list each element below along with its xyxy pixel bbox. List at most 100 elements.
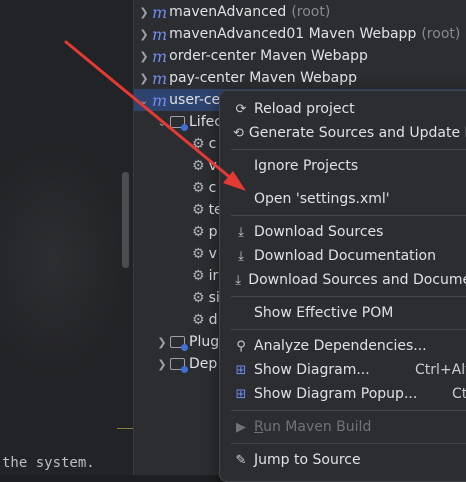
download-icon: ⤓ bbox=[238, 248, 244, 264]
project-name: order-center Maven Webapp bbox=[169, 48, 368, 64]
tree-row-goal[interactable]: ⚙ si bbox=[192, 287, 220, 309]
project-name: pay-center Maven Webapp bbox=[169, 70, 357, 86]
tree-label: Plug bbox=[189, 334, 220, 350]
gear-icon: ⚙ bbox=[192, 290, 205, 306]
menu-item-analyze-dependencies[interactable]: ⚲ Analyze Dependencies... bbox=[220, 334, 466, 358]
menu-separator bbox=[231, 329, 466, 330]
context-menu: ⟳ Reload project ⟲ Generate Sources and … bbox=[219, 90, 466, 482]
analyze-icon: ⚲ bbox=[236, 338, 246, 354]
menu-item-label: Show Effective POM bbox=[254, 305, 394, 321]
gear-icon: ⚙ bbox=[192, 180, 205, 196]
tree-row-dependencies[interactable]: ❯ Dep bbox=[154, 353, 217, 375]
chevron-right-icon[interactable]: ❯ bbox=[136, 6, 152, 19]
menu-item-run-maven-build[interactable]: ▶ Run Maven Build bbox=[220, 415, 466, 439]
menu-item-label: Jump to Source bbox=[254, 452, 361, 468]
edit-icon: ✎ bbox=[235, 452, 247, 468]
menu-item-label: Show Diagram Popup... bbox=[254, 386, 418, 402]
maven-icon: m bbox=[152, 2, 168, 22]
goal-label: c bbox=[208, 180, 217, 196]
menu-item-label-rest: ump to Source bbox=[258, 452, 361, 468]
goal-label: c bbox=[208, 136, 217, 152]
menu-item-shortcut: Ctrl+Alt- bbox=[415, 362, 466, 378]
project-suffix: (root) bbox=[291, 4, 331, 20]
project-name: mavenAdvanced bbox=[169, 4, 287, 20]
tree-row-goal[interactable]: ⚙ p bbox=[192, 221, 217, 243]
project-name: user-ce bbox=[169, 92, 221, 108]
menu-separator bbox=[231, 215, 466, 216]
menu-separator bbox=[231, 410, 466, 411]
download-icon: ⤓ bbox=[238, 224, 244, 240]
gear-icon: ⚙ bbox=[192, 158, 205, 174]
menu-item-generate-sources[interactable]: ⟲ Generate Sources and Update Fo bbox=[220, 121, 466, 145]
chevron-right-icon[interactable]: ❯ bbox=[136, 50, 152, 63]
menu-item-label: Open 'settings.xml' bbox=[254, 191, 390, 207]
menu-item-download-sources[interactable]: ⤓ Download Sources bbox=[220, 220, 466, 244]
gear-icon: ⚙ bbox=[192, 224, 205, 240]
folder-icon bbox=[170, 336, 188, 351]
tree-row-plugins[interactable]: ❯ Plug bbox=[154, 331, 219, 353]
chevron-right-icon[interactable]: ❯ bbox=[136, 28, 152, 41]
tree-row-lifecycle[interactable]: ⌄ Lifec bbox=[154, 111, 222, 133]
tree-row-mavenadvanced[interactable]: ❯ m mavenAdvanced (root) bbox=[134, 1, 330, 23]
menu-item-show-effective-pom[interactable]: Show Effective POM bbox=[220, 301, 466, 325]
chevron-right-icon[interactable]: ❯ bbox=[154, 358, 170, 371]
menu-item-download-sources-and-documentation[interactable]: ⤓ Download Sources and Documen bbox=[220, 268, 466, 292]
menu-item-label: Reload project bbox=[254, 101, 355, 117]
tree-label: Dep bbox=[189, 356, 218, 372]
mnemonic-letter: R bbox=[254, 419, 264, 435]
menu-item-ignore-projects[interactable]: Ignore Projects bbox=[220, 154, 466, 178]
menu-item-label: Analyze Dependencies... bbox=[254, 338, 427, 354]
menu-item-label: Download Documentation bbox=[254, 248, 436, 264]
menu-item-label: Run Maven Build bbox=[254, 419, 371, 435]
menu-item-open-settings-xml[interactable]: Open 'settings.xml' bbox=[220, 187, 466, 211]
diagram-icon: ⊞ bbox=[235, 362, 247, 378]
editor-text-line: the system. bbox=[2, 455, 95, 471]
menu-item-label: Download Sources and Documen bbox=[248, 272, 466, 288]
goal-label: ir bbox=[208, 268, 219, 284]
chevron-right-icon[interactable]: ❯ bbox=[154, 336, 170, 349]
folder-icon bbox=[170, 116, 188, 131]
tree-row-goal[interactable]: ⚙ v bbox=[192, 155, 217, 177]
menu-separator bbox=[231, 443, 466, 444]
goal-label: d bbox=[208, 312, 218, 328]
tree-row-goal[interactable]: ⚙ ir bbox=[192, 265, 218, 287]
editor-guide-line bbox=[117, 428, 133, 429]
project-name: mavenAdvanced01 Maven Webapp bbox=[169, 26, 417, 42]
goal-label: p bbox=[208, 224, 218, 240]
maven-icon: m bbox=[152, 46, 168, 66]
tree-row-order-center[interactable]: ❯ m order-center Maven Webapp bbox=[134, 45, 368, 67]
run-icon: ▶ bbox=[236, 419, 246, 435]
maven-icon: m bbox=[152, 24, 168, 44]
editor-scrollbar[interactable] bbox=[122, 172, 129, 268]
menu-item-reload-project[interactable]: ⟳ Reload project bbox=[220, 97, 466, 121]
maven-icon: m bbox=[152, 90, 168, 110]
menu-item-label: Ignore Projects bbox=[254, 158, 359, 174]
menu-item-label-rest: un Maven Build bbox=[263, 419, 372, 435]
gear-icon: ⚙ bbox=[192, 268, 205, 284]
chevron-right-icon[interactable]: ❯ bbox=[136, 72, 152, 85]
tree-row-goal[interactable]: ⚙ d bbox=[192, 309, 217, 331]
tree-row-goal[interactable]: ⚙ v bbox=[192, 243, 217, 265]
menu-separator bbox=[231, 296, 466, 297]
chevron-down-icon[interactable]: ⌄ bbox=[136, 94, 152, 107]
tree-row-pay-center[interactable]: ❯ m pay-center Maven Webapp bbox=[134, 67, 357, 89]
menu-item-show-diagram[interactable]: ⊞ Show Diagram... Ctrl+Alt- bbox=[220, 358, 466, 382]
gear-icon: ⚙ bbox=[192, 246, 205, 262]
menu-item-jump-to-source[interactable]: ✎ Jump to Source bbox=[220, 448, 466, 472]
generate-sources-icon: ⟲ bbox=[233, 125, 244, 141]
chevron-down-icon[interactable]: ⌄ bbox=[154, 116, 170, 129]
goal-label: v bbox=[208, 246, 217, 262]
menu-item-shortcut: Ct bbox=[452, 386, 466, 402]
gear-icon: ⚙ bbox=[192, 202, 205, 218]
maven-icon: m bbox=[152, 68, 168, 88]
tree-row-goal[interactable]: ⚙ c bbox=[192, 133, 216, 155]
reload-icon: ⟳ bbox=[235, 101, 247, 117]
editor-background bbox=[0, 140, 133, 380]
menu-item-show-diagram-popup[interactable]: ⊞ Show Diagram Popup... Ct bbox=[220, 382, 466, 406]
project-suffix: (root) bbox=[421, 26, 461, 42]
tree-row-mavenadvanced01[interactable]: ❯ m mavenAdvanced01 Maven Webapp (root) bbox=[134, 23, 460, 45]
menu-item-label: Download Sources bbox=[254, 224, 384, 240]
menu-item-download-documentation[interactable]: ⤓ Download Documentation bbox=[220, 244, 466, 268]
tree-label: Lifec bbox=[189, 114, 222, 130]
tree-row-goal[interactable]: ⚙ c bbox=[192, 177, 216, 199]
